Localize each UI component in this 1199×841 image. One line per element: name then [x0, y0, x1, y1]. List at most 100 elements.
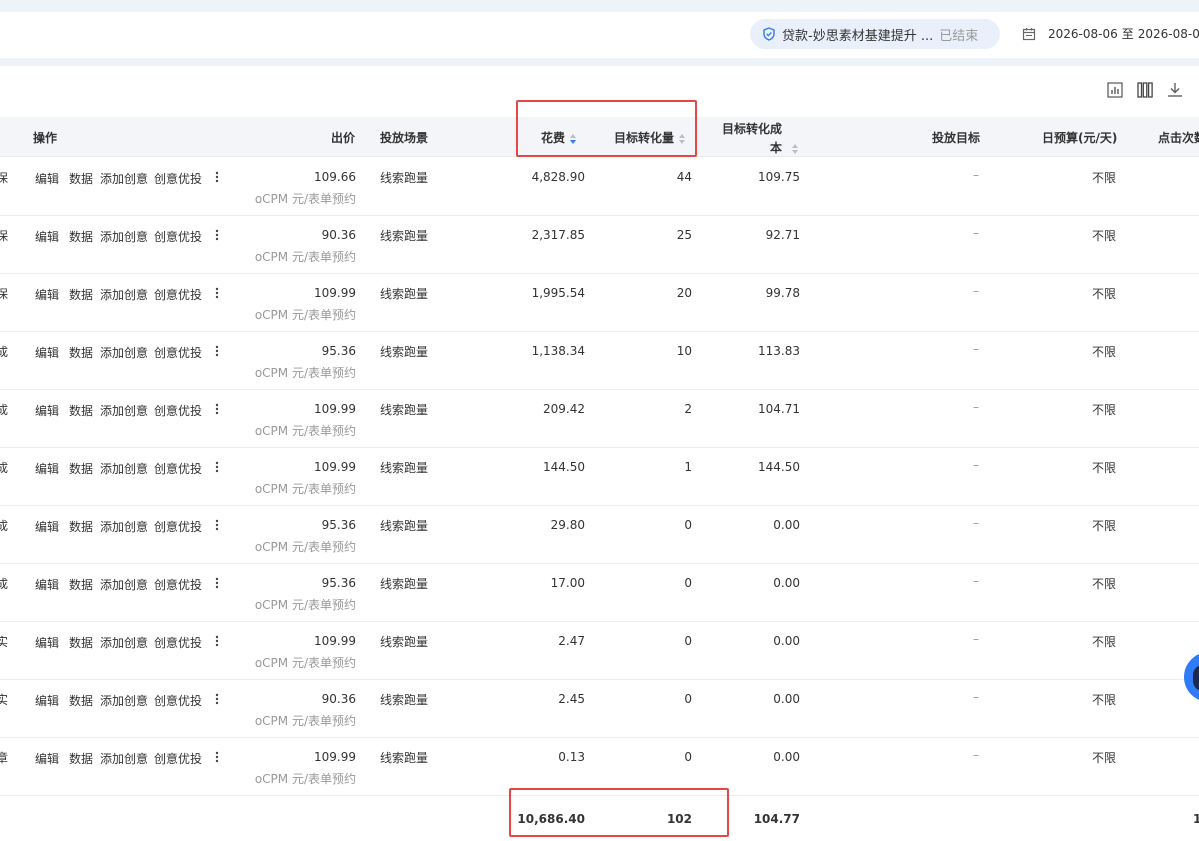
add-creative-link[interactable]: 添加创意 — [100, 228, 148, 245]
col-scene[interactable]: 投放场景 — [380, 129, 428, 146]
edit-link[interactable]: 编辑 — [35, 692, 59, 709]
more-options-icon[interactable] — [214, 402, 220, 416]
chart-icon[interactable] — [1106, 81, 1124, 99]
add-creative-link[interactable]: 添加创意 — [100, 692, 148, 709]
creative-optimize-link[interactable]: 创意优投 — [154, 228, 202, 245]
plan-name-cell[interactable]: 实 — [0, 691, 8, 708]
target-value: – — [973, 342, 979, 356]
edit-link[interactable]: 编辑 — [35, 750, 59, 767]
plan-name-cell[interactable]: 章 — [0, 749, 8, 766]
bid-unit: oCPM 元/表单预约 — [254, 482, 356, 496]
bid-unit: oCPM 元/表单预约 — [254, 424, 356, 438]
more-options-icon[interactable] — [214, 228, 220, 242]
download-icon[interactable] — [1166, 81, 1184, 99]
target-value: – — [973, 748, 979, 762]
plan-name-cell[interactable]: 保 — [0, 227, 8, 244]
budget-value: 不限 — [1092, 693, 1117, 707]
plan-name-cell[interactable]: 成 — [0, 517, 8, 534]
creative-optimize-link[interactable]: 创意优投 — [154, 634, 202, 651]
cost-value: 2.45 — [558, 692, 585, 706]
col-bid[interactable]: 出价 — [331, 129, 355, 146]
columns-icon[interactable] — [1136, 81, 1154, 99]
more-options-icon[interactable] — [214, 518, 220, 532]
more-options-icon[interactable] — [214, 692, 220, 706]
data-link[interactable]: 数据 — [69, 402, 93, 419]
data-link[interactable]: 数据 — [69, 518, 93, 535]
creative-optimize-link[interactable]: 创意优投 — [154, 460, 202, 477]
budget-value: 不限 — [1092, 751, 1117, 765]
data-link[interactable]: 数据 — [69, 750, 93, 767]
data-link[interactable]: 数据 — [69, 344, 93, 361]
add-creative-link[interactable]: 添加创意 — [100, 518, 148, 535]
cpa-value: 144.50 — [758, 460, 800, 474]
more-options-icon[interactable] — [214, 634, 220, 648]
data-link[interactable]: 数据 — [69, 228, 93, 245]
more-options-icon[interactable] — [214, 286, 220, 300]
data-link[interactable]: 数据 — [69, 460, 93, 477]
add-creative-link[interactable]: 添加创意 — [100, 750, 148, 767]
bid-unit: oCPM 元/表单预约 — [254, 772, 356, 786]
creative-optimize-link[interactable]: 创意优投 — [154, 402, 202, 419]
more-options-icon[interactable] — [214, 750, 220, 764]
plan-name-cell[interactable]: 成 — [0, 401, 8, 418]
add-creative-link[interactable]: 添加创意 — [100, 576, 148, 593]
cpa-value: 104.71 — [758, 402, 800, 416]
creative-optimize-link[interactable]: 创意优投 — [154, 344, 202, 361]
scene-value: 线索跑量 — [380, 461, 429, 475]
edit-link[interactable]: 编辑 — [35, 170, 59, 187]
plan-name-cell[interactable]: 实 — [0, 633, 8, 650]
date-range-picker[interactable]: 2026-08-06 至 2026-08-06 — [1022, 25, 1199, 42]
edit-link[interactable]: 编辑 — [35, 228, 59, 245]
plan-name-cell[interactable]: 成 — [0, 343, 8, 360]
creative-optimize-link[interactable]: 创意优投 — [154, 170, 202, 187]
add-creative-link[interactable]: 添加创意 — [100, 460, 148, 477]
highlight-box-header — [516, 100, 697, 157]
bid-value: 109.99 — [314, 460, 356, 474]
conversions-value: 0 — [684, 634, 692, 648]
plan-name-cell[interactable]: 保 — [0, 285, 8, 302]
edit-link[interactable]: 编辑 — [35, 286, 59, 303]
creative-optimize-link[interactable]: 创意优投 — [154, 692, 202, 709]
edit-link[interactable]: 编辑 — [35, 576, 59, 593]
bid-value: 109.99 — [314, 402, 356, 416]
col-clicks[interactable]: 点击次数 — [1158, 129, 1199, 146]
data-link[interactable]: 数据 — [69, 692, 93, 709]
bid-unit: oCPM 元/表单预约 — [254, 192, 356, 206]
table-row: 成 编辑 数据 添加创意 创意优投 109.99 oCPM 元/表单预约 线索跑量 209.42… — [0, 390, 1199, 448]
more-options-icon[interactable] — [214, 170, 220, 184]
col-cpa-line1[interactable]: 目标转化成 — [722, 120, 782, 137]
add-creative-link[interactable]: 添加创意 — [100, 286, 148, 303]
edit-link[interactable]: 编辑 — [35, 518, 59, 535]
bid-unit: oCPM 元/表单预约 — [254, 540, 356, 554]
add-creative-link[interactable]: 添加创意 — [100, 634, 148, 651]
shield-icon — [763, 27, 775, 41]
data-link[interactable]: 数据 — [69, 170, 93, 187]
sort-icon[interactable] — [792, 143, 799, 154]
add-creative-link[interactable]: 添加创意 — [100, 344, 148, 361]
creative-optimize-link[interactable]: 创意优投 — [154, 750, 202, 767]
plan-name-cell[interactable]: 保 — [0, 169, 8, 186]
add-creative-link[interactable]: 添加创意 — [100, 402, 148, 419]
edit-link[interactable]: 编辑 — [35, 460, 59, 477]
data-link[interactable]: 数据 — [69, 286, 93, 303]
plan-name-cell[interactable]: 成 — [0, 575, 8, 592]
data-link[interactable]: 数据 — [69, 634, 93, 651]
creative-optimize-link[interactable]: 创意优投 — [154, 286, 202, 303]
plan-name-cell[interactable]: 成 — [0, 459, 8, 476]
more-options-icon[interactable] — [214, 460, 220, 474]
add-creative-link[interactable]: 添加创意 — [100, 170, 148, 187]
table-row: 实 编辑 数据 添加创意 创意优投 90.36 oCPM 元/表单预约 线索跑量 2.45 0 0.… — [0, 680, 1199, 738]
plan-filter-chip[interactable]: 贷款-妙思素材基建提升 ... 已结束 — [750, 19, 1000, 49]
creative-optimize-link[interactable]: 创意优投 — [154, 518, 202, 535]
more-options-icon[interactable] — [214, 576, 220, 590]
edit-link[interactable]: 编辑 — [35, 634, 59, 651]
scene-value: 线索跑量 — [380, 751, 429, 765]
creative-optimize-link[interactable]: 创意优投 — [154, 576, 202, 593]
col-cpa[interactable]: 本 — [770, 139, 799, 156]
cost-value: 2.47 — [558, 634, 585, 648]
edit-link[interactable]: 编辑 — [35, 344, 59, 361]
table-row: 保 编辑 数据 添加创意 创意优投 109.99 oCPM 元/表单预约 线索跑量 1,995.… — [0, 274, 1199, 332]
data-link[interactable]: 数据 — [69, 576, 93, 593]
edit-link[interactable]: 编辑 — [35, 402, 59, 419]
more-options-icon[interactable] — [214, 344, 220, 358]
